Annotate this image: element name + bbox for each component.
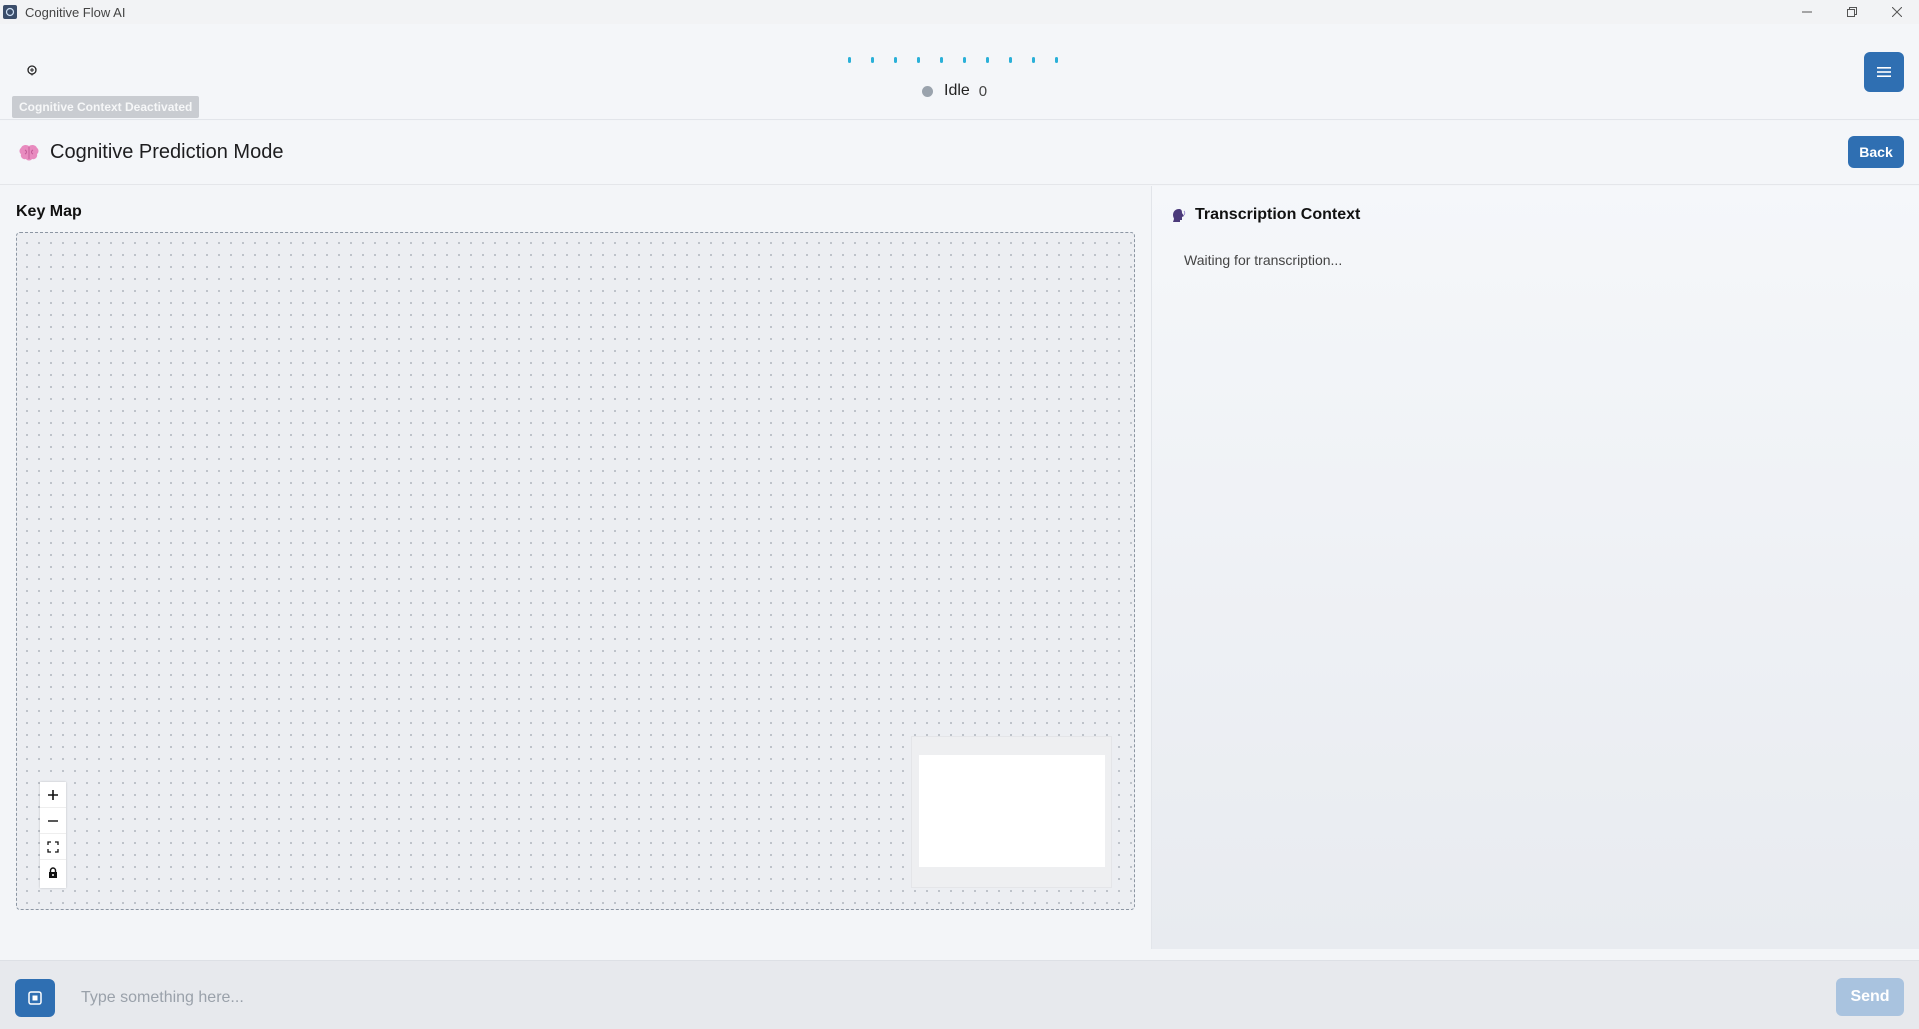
- speaking-head-icon: [1173, 209, 1186, 222]
- listening-status: Idle 0: [922, 82, 987, 100]
- page-title-group: Cognitive Prediction Mode: [19, 141, 283, 164]
- status-count: 0: [978, 82, 988, 100]
- window-title: Cognitive Flow AI: [25, 4, 126, 20]
- audio-wave-indicator: [848, 57, 1058, 63]
- zoom-in-button[interactable]: [40, 782, 66, 808]
- transcription-panel: Transcription Context Waiting for transc…: [1152, 186, 1919, 949]
- hamburger-icon: [1877, 67, 1891, 77]
- message-bar: Send: [0, 960, 1919, 1029]
- fit-view-icon: [47, 840, 59, 853]
- status-label: Idle: [944, 82, 970, 99]
- key-map-canvas[interactable]: [16, 232, 1135, 910]
- brain-icon: [19, 144, 39, 160]
- screen-capture-button[interactable]: [15, 979, 55, 1017]
- status-dot: [922, 85, 933, 97]
- message-input[interactable]: [68, 979, 1824, 1017]
- fit-view-button[interactable]: [40, 834, 66, 860]
- send-button[interactable]: Send: [1836, 978, 1904, 1016]
- minimap-viewport[interactable]: [919, 755, 1105, 867]
- zoom-in-icon: [48, 789, 58, 800]
- brain-status-icon[interactable]: [26, 64, 38, 82]
- key-map-title: Key Map: [16, 203, 82, 220]
- canvas-minimap[interactable]: [911, 736, 1112, 888]
- app-logo-icon: [3, 5, 17, 19]
- screen-capture-icon: [28, 991, 42, 1005]
- transcription-title: Transcription Context: [1195, 206, 1361, 223]
- menu-button[interactable]: [1864, 52, 1904, 92]
- lock-button[interactable]: [40, 860, 66, 886]
- canvas-controls: [40, 782, 66, 888]
- close-icon[interactable]: [1874, 0, 1919, 24]
- back-button[interactable]: Back: [1848, 136, 1904, 168]
- zoom-out-button[interactable]: [40, 808, 66, 834]
- window-titlebar: Cognitive Flow AI: [0, 0, 1919, 24]
- window-controls: [1784, 0, 1919, 24]
- restore-icon[interactable]: [1829, 0, 1874, 24]
- transcription-waiting-text: Waiting for transcription...: [1184, 252, 1343, 268]
- zoom-out-icon: [48, 819, 58, 822]
- context-status-badge: Cognitive Context Deactivated: [12, 96, 200, 118]
- page-header: Cognitive Prediction Mode Back: [0, 121, 1919, 185]
- lock-icon: [49, 867, 57, 878]
- app-header: Cognitive Context Deactivated Idle 0: [0, 24, 1919, 120]
- page-title: Cognitive Prediction Mode: [50, 141, 284, 163]
- transcription-header: Transcription Context: [1170, 206, 1360, 224]
- minimize-icon[interactable]: [1784, 0, 1829, 24]
